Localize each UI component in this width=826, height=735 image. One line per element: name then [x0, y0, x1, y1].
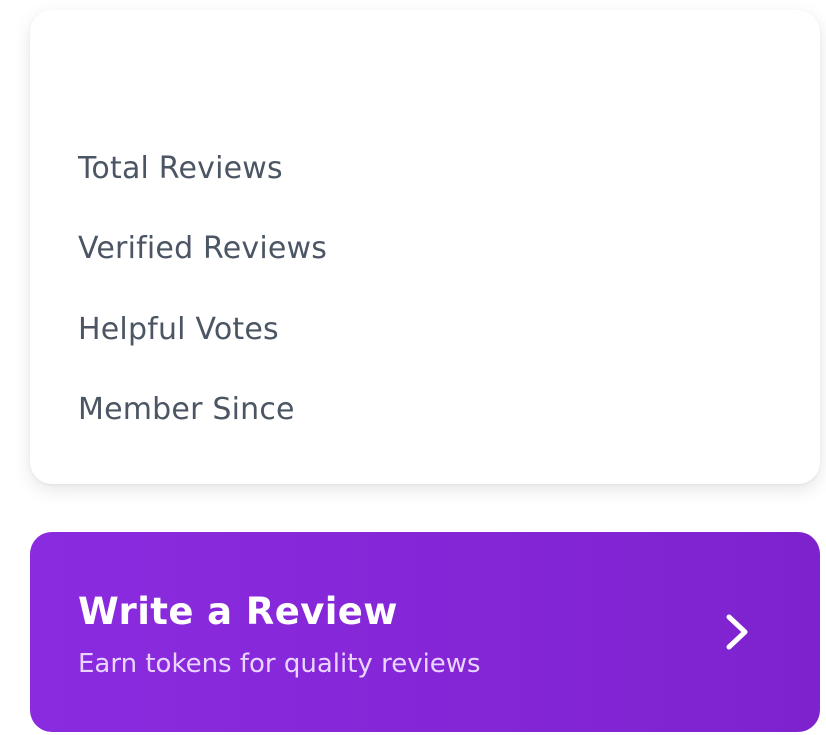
write-review-button[interactable]: Write a Review Earn tokens for quality r… — [30, 532, 820, 732]
stat-label: Helpful Votes — [78, 311, 279, 347]
stat-label: Member Since — [78, 391, 295, 427]
stat-row-total-reviews: Total Reviews — [78, 148, 772, 188]
stat-label: Total Reviews — [78, 150, 283, 186]
stat-row-member-since: Member Since — [78, 389, 772, 429]
cta-subtitle: Earn tokens for quality reviews — [78, 649, 481, 679]
profile-stats-card: Total Reviews Verified Reviews Helpful V… — [30, 10, 820, 484]
stat-row-verified-reviews: Verified Reviews — [78, 228, 772, 268]
chevron-right-icon — [726, 614, 748, 650]
stat-row-helpful-votes: Helpful Votes — [78, 309, 772, 349]
cta-title: Write a Review — [78, 590, 398, 633]
stat-label: Verified Reviews — [78, 230, 328, 266]
